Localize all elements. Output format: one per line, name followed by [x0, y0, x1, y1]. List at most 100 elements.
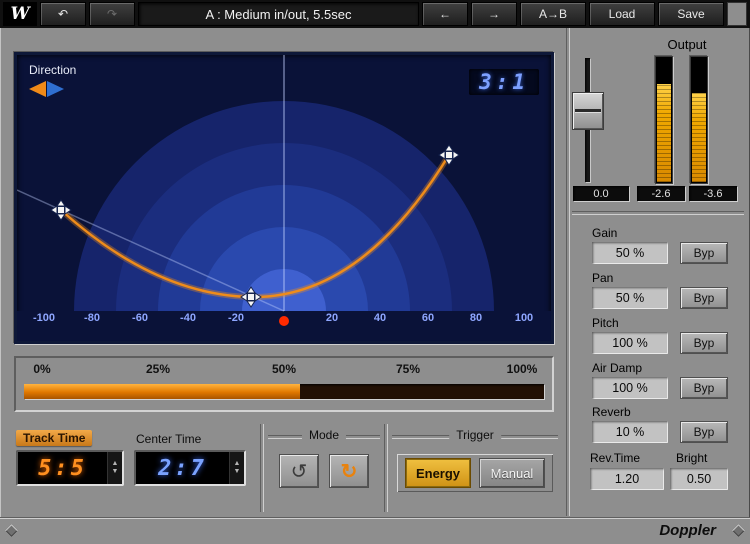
loop-repeat-icon: ↻ — [341, 459, 358, 484]
panel-divider — [566, 28, 570, 516]
bright-label: Bright — [676, 451, 707, 465]
axis-label: 20 — [326, 312, 338, 324]
track-time-display[interactable]: 5:5 ▲ ▼ — [16, 450, 124, 486]
progress-bar[interactable] — [24, 384, 544, 399]
trigger-energy-button[interactable]: Energy — [405, 458, 471, 488]
param-label-pitch: Pitch — [592, 316, 619, 330]
param-label-pan: Pan — [592, 271, 613, 285]
axis-label: 100 — [515, 312, 533, 324]
toolbar: W ↶ ↷ A : Medium in/out, 5.5sec ← → A→B … — [0, 0, 750, 28]
param-label-gain: Gain — [592, 226, 617, 240]
axis-label: 40 — [374, 312, 386, 324]
mode-once-button[interactable]: ↺ — [279, 454, 319, 488]
param-byp-gain[interactable]: Byp — [680, 242, 728, 264]
meter-left-fill — [657, 84, 671, 182]
param-value-gain[interactable]: 50 % — [592, 242, 668, 264]
track-time-value: 5:5 — [18, 456, 107, 481]
param-value-airdamp[interactable]: 100 % — [592, 377, 668, 399]
param-value-pan[interactable]: 50 % — [592, 287, 668, 309]
prev-preset-button[interactable]: ← — [422, 2, 468, 26]
trigger-group-label: Trigger — [449, 428, 501, 442]
center-time-value: 2:7 — [136, 456, 229, 481]
stepper-up-icon[interactable]: ▲ — [234, 460, 241, 468]
output-meter-left — [655, 56, 673, 184]
output-label: Output — [637, 37, 737, 52]
status-bar: Doppler — [0, 517, 750, 544]
preset-display[interactable]: A : Medium in/out, 5.5sec — [138, 2, 419, 26]
stepper-down-icon[interactable]: ▼ — [112, 468, 119, 476]
plugin-name: Doppler — [659, 522, 716, 539]
save-button[interactable]: Save — [658, 2, 724, 26]
axis-label: -100 — [33, 312, 55, 324]
next-preset-button[interactable]: → — [471, 2, 517, 26]
param-byp-reverb[interactable]: Byp — [680, 421, 728, 443]
param-byp-airdamp[interactable]: Byp — [680, 377, 728, 399]
track-time-stepper[interactable]: ▲ ▼ — [107, 452, 122, 484]
progress-fill — [24, 384, 300, 399]
resize-handle-right-icon[interactable] — [732, 524, 745, 537]
axis-label: 80 — [470, 312, 482, 324]
direction-left-arrow-icon[interactable] — [29, 81, 46, 97]
track-time-label: Track Time — [16, 430, 92, 446]
direction-label: Direction — [29, 63, 76, 77]
trigger-manual-button[interactable]: Manual — [479, 458, 545, 488]
mode-group-label: Mode — [302, 428, 346, 442]
divider — [260, 424, 264, 512]
a-to-b-button[interactable]: A→B — [520, 2, 586, 26]
direction-toggle[interactable] — [29, 81, 64, 97]
axis-label: 60 — [422, 312, 434, 324]
progress-tick-label: 25% — [146, 362, 170, 376]
time-section: Track Time 5:5 ▲ ▼ Center Time 2:7 ▲ ▼ — [10, 426, 256, 510]
mode-group: Mode ↺ ↻ — [268, 428, 380, 510]
mode-loop-button[interactable]: ↻ — [329, 454, 369, 488]
bright-value[interactable]: 0.50 — [670, 468, 728, 490]
divider — [384, 424, 388, 512]
ratio-counter-display: 3:1 — [469, 69, 539, 95]
meter-right-fill — [692, 93, 706, 182]
progress-scale: 0% 25% 50% 75% 100% — [16, 358, 552, 380]
param-label-airdamp: Air Damp — [592, 361, 642, 375]
center-time-display[interactable]: 2:7 ▲ ▼ — [134, 450, 246, 486]
trigger-button-pair: Energy Manual — [397, 454, 553, 492]
param-byp-pan[interactable]: Byp — [680, 287, 728, 309]
scope-area: -100 -80 -60 -40 -20 20 40 60 80 100 Dir… — [17, 55, 551, 341]
param-value-pitch[interactable]: 100 % — [592, 332, 668, 354]
param-value-reverb[interactable]: 10 % — [592, 421, 668, 443]
output-meter-right — [690, 56, 708, 184]
meter-right-value-display: -3.6 — [689, 186, 737, 201]
redo-button[interactable]: ↷ — [89, 2, 135, 26]
axis-label: -60 — [132, 312, 148, 324]
param-byp-pitch[interactable]: Byp — [680, 332, 728, 354]
progress-panel: 0% 25% 50% 75% 100% — [14, 356, 554, 412]
center-time-stepper[interactable]: ▲ ▼ — [229, 452, 244, 484]
listener-dot[interactable] — [279, 316, 289, 326]
undo-button[interactable]: ↶ — [40, 2, 86, 26]
stepper-down-icon[interactable]: ▼ — [234, 468, 241, 476]
waves-logo-icon: W — [3, 2, 37, 26]
axis-label: -80 — [84, 312, 100, 324]
path-curve-glow — [61, 155, 449, 297]
loop-once-icon: ↺ — [291, 459, 308, 484]
axis-label: -40 — [180, 312, 196, 324]
divider — [572, 211, 744, 215]
revtime-label: Rev.Time — [590, 451, 640, 465]
doppler-path-display[interactable]: -100 -80 -60 -40 -20 20 40 60 80 100 Dir… — [14, 52, 554, 344]
progress-tick-label: 75% — [396, 362, 420, 376]
progress-tick-label: 100% — [507, 362, 538, 376]
doppler-plugin-window: W ↶ ↷ A : Medium in/out, 5.5sec ← → A→B … — [0, 0, 750, 544]
revtime-value[interactable]: 1.20 — [590, 468, 664, 490]
output-fader-thumb[interactable] — [572, 92, 604, 130]
meter-left-value-display: -2.6 — [637, 186, 685, 201]
progress-tick-label: 50% — [272, 362, 296, 376]
direction-right-arrow-icon[interactable] — [47, 81, 64, 97]
resize-handle-left-icon[interactable] — [5, 524, 18, 537]
load-button[interactable]: Load — [589, 2, 655, 26]
stepper-up-icon[interactable]: ▲ — [112, 460, 119, 468]
path-curve — [61, 155, 449, 297]
param-label-reverb: Reverb — [592, 405, 631, 419]
fader-value-display: 0.0 — [573, 186, 629, 201]
axis-label: -20 — [228, 312, 244, 324]
progress-tick-label: 0% — [33, 362, 50, 376]
center-time-label: Center Time — [136, 432, 201, 446]
path-handle-mid[interactable] — [241, 287, 261, 307]
